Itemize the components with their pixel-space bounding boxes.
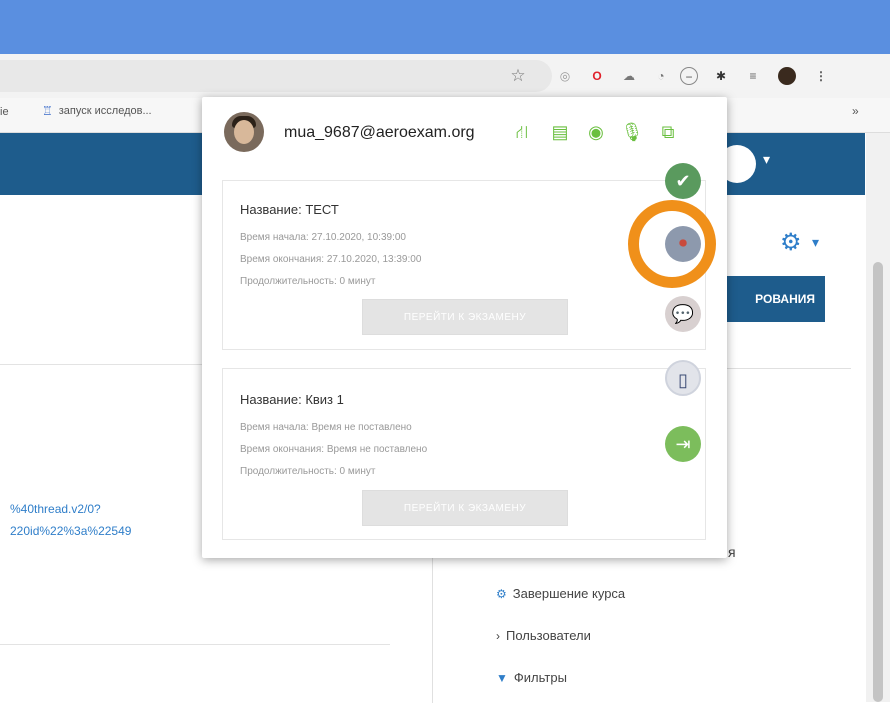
check-icon[interactable]: ✔ [665, 163, 701, 199]
gear-icon: ⚙ [496, 586, 507, 601]
exam-duration: Продолжительность: 0 минут [240, 466, 376, 477]
chart-icon: ♖ [42, 104, 53, 118]
profile-icon[interactable] [778, 67, 796, 85]
webcam-icon[interactable]: ◉ [584, 122, 608, 143]
divider [0, 644, 390, 645]
settings-gear-icon[interactable]: ⚙ [780, 228, 802, 257]
user-avatar [224, 112, 264, 152]
side-link-course-completion[interactable]: ⚙ Завершение курса [496, 586, 625, 601]
side-link-label: Пользователи [506, 628, 591, 643]
bookmark-item[interactable]: ♖ запуск исследов... [42, 104, 152, 118]
chat-icon[interactable]: 💬 [665, 296, 701, 332]
caret-down-icon[interactable]: ▾ [763, 151, 770, 168]
bookmark-item-label: запуск исследов... [58, 105, 152, 117]
speedometer-icon[interactable]: ◔ [652, 67, 670, 85]
menu-icon[interactable]: ⋮ [812, 67, 830, 85]
side-link-label: Фильтры [513, 670, 567, 685]
bookmark-star-icon[interactable]: ☆ [506, 64, 530, 88]
exit-icon[interactable]: ⇥ [665, 426, 701, 462]
side-text-stub: я [728, 544, 736, 560]
bookmarks-overflow-icon[interactable]: » [852, 104, 859, 118]
exam-duration: Продолжительность: 0 минут [240, 276, 376, 287]
user-email: mua_9687@aeroexam.org [284, 124, 475, 141]
side-link-filters[interactable]: ▼ Фильтры [496, 670, 567, 685]
playlist-icon[interactable]: ≡ [744, 67, 762, 85]
filter-icon: ▼ [496, 670, 508, 685]
lens-icon[interactable]: ◎ [556, 67, 574, 85]
link-text[interactable]: %40thread.v2/0? [10, 502, 101, 516]
link-text[interactable]: 220id%22%3a%22549 [10, 524, 131, 538]
exam-end-time: Время окончания: Время не поставлено [240, 444, 428, 455]
side-link-users[interactable]: › Пользователи [496, 628, 591, 643]
exam-title: Название: Квиз 1 [240, 392, 344, 407]
browser-title-bar [0, 0, 890, 54]
microphone-icon[interactable]: 🎙 [620, 122, 644, 143]
exam-end-time: Время окончания: 27.10.2020, 13:39:00 [240, 254, 422, 265]
go-to-exam-button[interactable]: ПЕРЕЙТИ К ЭКЗАМЕНУ [362, 490, 568, 526]
opera-icon[interactable]: O [588, 67, 606, 85]
exam-start-time: Время начала: 27.10.2020, 10:39:00 [240, 232, 406, 243]
puzzle-icon[interactable]: ✱ [712, 67, 730, 85]
network-icon[interactable]: ⛙ [510, 122, 534, 146]
cloud-icon[interactable]: ☁ [620, 67, 638, 85]
exam-start-time: Время начала: Время не поставлено [240, 422, 412, 433]
address-bar[interactable] [0, 60, 552, 92]
minus-icon[interactable]: − [680, 67, 698, 85]
caret-down-icon[interactable]: ▾ [812, 234, 819, 251]
bookmark-label[interactable]: ie [0, 106, 9, 118]
exam-title: Название: ТЕСТ [240, 202, 339, 217]
scrollbar-thumb[interactable] [873, 262, 883, 702]
screen-share-icon[interactable]: ⧉ [656, 122, 680, 143]
chevron-right-icon: › [496, 628, 500, 643]
storage-icon[interactable]: ▤ [548, 122, 572, 143]
mobile-phone-icon[interactable]: ▯ [665, 360, 701, 396]
go-to-exam-button[interactable]: ПЕРЕЙТИ К ЭКЗАМЕНУ [362, 299, 568, 335]
side-link-label: Завершение курса [512, 586, 626, 601]
highlight-ring [628, 200, 716, 288]
